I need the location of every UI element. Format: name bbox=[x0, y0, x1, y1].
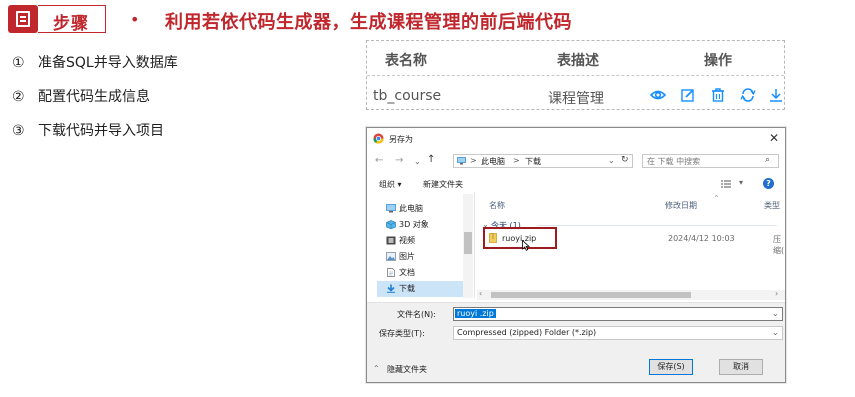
codegen-table: 表名称 表描述 操作 tb_course 课程管理 bbox=[366, 40, 785, 110]
column-header-table-name: 表名称 bbox=[385, 53, 427, 69]
scroll-left-icon[interactable]: ‹ bbox=[479, 289, 482, 298]
navigation-pane: 此电脑 3D 对象 视频 图片 文档 下载 bbox=[367, 192, 475, 298]
edit-icon[interactable] bbox=[680, 87, 696, 103]
column-header-actions: 操作 bbox=[704, 53, 732, 69]
search-placeholder: 在 下载 中搜索 bbox=[647, 157, 701, 166]
cube-icon bbox=[386, 220, 396, 229]
sync-icon[interactable] bbox=[740, 87, 756, 103]
nav-item-label: 下载 bbox=[399, 284, 415, 293]
save-as-dialog: 另存为 ✕ ← → ⌄ ↑ > 此电脑 > 下载 ⌄ ↻ 在 下载 中搜索 ⌕ … bbox=[366, 127, 786, 383]
dialog-toolbar: 组织 ▾ 新建文件夹 ▾ ? bbox=[367, 176, 785, 192]
step-text: 配置代码生成信息 bbox=[38, 89, 150, 105]
address-bar[interactable]: > 此电脑 > 下载 ⌄ ↻ bbox=[453, 154, 633, 168]
cell-table-desc: 课程管理 bbox=[548, 91, 604, 107]
help-icon[interactable]: ? bbox=[763, 178, 774, 189]
group-divider bbox=[537, 225, 777, 226]
nav-item-downloads[interactable]: 下载 bbox=[377, 281, 469, 297]
address-separator: > bbox=[470, 156, 477, 165]
section-badge-icon bbox=[8, 5, 38, 33]
download-folder-icon bbox=[387, 284, 395, 293]
filetype-value: Compressed (zipped) Folder (*.zip) bbox=[457, 328, 597, 337]
video-icon bbox=[386, 236, 396, 245]
step-text: 准备SQL并导入数据库 bbox=[38, 55, 178, 71]
dialog-title: 另存为 bbox=[389, 135, 413, 144]
cancel-button[interactable]: 取消 bbox=[719, 359, 763, 375]
title-bullet: • bbox=[130, 10, 140, 29]
nav-item-label: 图片 bbox=[399, 252, 415, 261]
navigation-scrollbar[interactable] bbox=[463, 194, 473, 298]
step-number: ③ bbox=[12, 123, 25, 139]
step-label: 步骤 bbox=[53, 14, 89, 34]
nav-item-this-pc[interactable]: 此电脑 bbox=[377, 201, 469, 217]
step-item-3: ③ 下载代码并导入项目 bbox=[12, 120, 164, 140]
hide-folders-link[interactable]: 隐藏文件夹 bbox=[387, 364, 427, 375]
filename-label: 文件名(N): bbox=[397, 310, 436, 319]
search-input[interactable]: 在 下载 中搜索 ⌕ bbox=[642, 154, 779, 168]
scroll-right-icon[interactable]: › bbox=[775, 289, 778, 298]
sort-chevron-icon: ⌃ bbox=[713, 194, 720, 203]
computer-icon bbox=[457, 157, 466, 165]
document-icon bbox=[387, 268, 395, 277]
picture-icon bbox=[386, 252, 396, 261]
nav-item-label: 视频 bbox=[399, 236, 415, 245]
up-arrow-icon[interactable]: ↑ bbox=[427, 154, 435, 165]
nav-item-documents[interactable]: 文档 bbox=[377, 265, 469, 281]
filename-dropdown-icon[interactable]: ⌄ bbox=[772, 309, 779, 318]
scrollbar-thumb[interactable] bbox=[464, 232, 472, 254]
step-item-1: ① 准备SQL并导入数据库 bbox=[12, 52, 178, 72]
column-header-modified[interactable]: 修改日期 bbox=[665, 200, 697, 211]
search-icon: ⌕ bbox=[765, 155, 771, 165]
step-number: ① bbox=[12, 55, 25, 71]
cell-table-name: tb_course bbox=[373, 88, 442, 104]
scrollbar-thumb[interactable] bbox=[491, 292, 691, 298]
step-number: ② bbox=[12, 89, 25, 105]
nav-item-label: 文档 bbox=[399, 268, 415, 277]
slide-title: 利用若依代码生成器，生成课程管理的前后端代码 bbox=[165, 12, 572, 33]
nav-item-3d-objects[interactable]: 3D 对象 bbox=[377, 217, 469, 233]
view-options-icon[interactable] bbox=[721, 180, 731, 188]
address-dropdown-icon[interactable]: ⌄ bbox=[608, 156, 615, 165]
filetype-label: 保存类型(T): bbox=[379, 329, 425, 338]
horizontal-scrollbar[interactable]: ‹ › bbox=[477, 289, 785, 300]
row-divider bbox=[367, 75, 784, 76]
view-dropdown-icon[interactable]: ▾ bbox=[739, 178, 743, 187]
filename-value: ruoyi .zip bbox=[455, 309, 496, 318]
file-modified: 2024/4/12 10:03 bbox=[668, 234, 735, 243]
address-root[interactable]: 此电脑 bbox=[481, 156, 505, 167]
computer-icon bbox=[386, 204, 396, 213]
delete-icon[interactable] bbox=[710, 87, 726, 103]
download-icon[interactable] bbox=[768, 87, 784, 103]
column-header-table-desc: 表描述 bbox=[557, 53, 599, 69]
recent-locations-chevron-icon[interactable]: ⌄ bbox=[414, 157, 421, 166]
refresh-icon[interactable]: ↻ bbox=[621, 155, 629, 165]
column-header-type[interactable]: 类型 bbox=[764, 200, 780, 211]
step-item-2: ② 配置代码生成信息 bbox=[12, 86, 150, 106]
nav-item-pictures[interactable]: 图片 bbox=[377, 249, 469, 265]
save-button[interactable]: 保存(S) bbox=[649, 359, 693, 375]
step-text: 下载代码并导入项目 bbox=[38, 123, 164, 139]
file-highlight-box bbox=[483, 227, 557, 249]
column-header-name[interactable]: 名称 bbox=[489, 200, 505, 211]
preview-icon[interactable] bbox=[650, 87, 666, 103]
close-icon[interactable]: ✕ bbox=[769, 131, 779, 145]
filetype-select[interactable]: Compressed (zipped) Folder (*.zip) ⌄ bbox=[453, 326, 783, 340]
nav-item-label: 此电脑 bbox=[399, 204, 423, 213]
filetype-dropdown-icon[interactable]: ⌄ bbox=[772, 328, 779, 337]
collapse-folders-icon[interactable]: ⌃ bbox=[373, 364, 380, 373]
nav-item-label: 3D 对象 bbox=[399, 220, 429, 229]
nav-item-videos[interactable]: 视频 bbox=[377, 233, 469, 249]
organize-button[interactable]: 组织 ▾ bbox=[379, 179, 402, 190]
new-folder-button[interactable]: 新建文件夹 bbox=[423, 179, 463, 190]
back-arrow-icon[interactable]: ← bbox=[375, 155, 383, 166]
address-separator: > bbox=[513, 156, 520, 165]
mouse-cursor-icon bbox=[522, 240, 530, 251]
file-type: 压缩( bbox=[773, 235, 785, 255]
address-folder[interactable]: 下载 bbox=[525, 156, 541, 167]
filename-input[interactable]: ruoyi .zip ⌄ bbox=[453, 307, 783, 321]
document-icon bbox=[16, 11, 30, 27]
chrome-logo-icon bbox=[373, 133, 384, 144]
forward-arrow-icon[interactable]: → bbox=[395, 155, 403, 166]
